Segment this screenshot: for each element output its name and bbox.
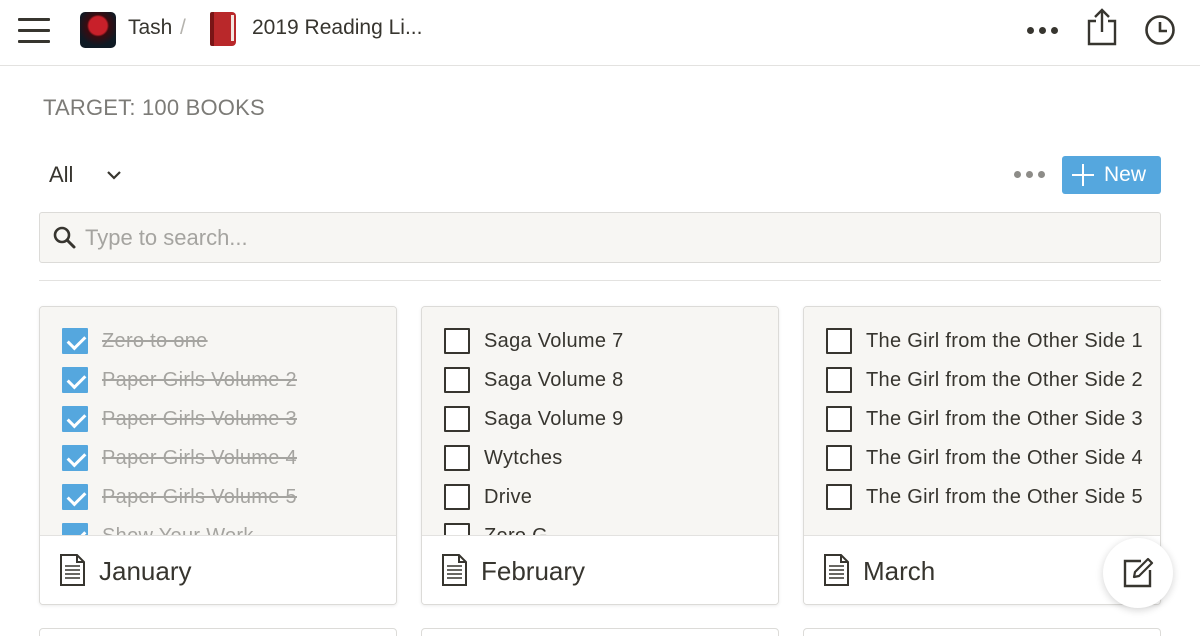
todo-label: Zero G xyxy=(484,525,548,536)
todo-checkbox[interactable] xyxy=(826,328,852,354)
todo-label: The Girl from the Other Side 5 xyxy=(866,485,1143,508)
menu-icon[interactable] xyxy=(16,14,52,48)
todo-label: Saga Volume 7 xyxy=(484,329,624,352)
todo-label: Paper Girls Volume 5 xyxy=(102,485,297,508)
chevron-down-icon xyxy=(107,171,122,180)
todo-checkbox[interactable] xyxy=(444,523,470,535)
new-button-label: New xyxy=(1104,163,1147,186)
todo-item: Drive xyxy=(444,482,532,512)
breadcrumb-separator: / xyxy=(180,16,186,39)
card-footer: February xyxy=(422,535,778,604)
todo-item: Paper Girls Volume 5 xyxy=(62,482,297,512)
divider xyxy=(39,280,1161,281)
page-icon xyxy=(60,554,85,586)
board-card-next-row[interactable] xyxy=(803,628,1161,636)
page-icon xyxy=(824,554,849,586)
todo-checkbox[interactable] xyxy=(826,445,852,471)
search-bar xyxy=(39,212,1161,263)
todo-label: Saga Volume 8 xyxy=(484,368,624,391)
todo-label: Saga Volume 9 xyxy=(484,407,624,430)
todo-item: Saga Volume 9 xyxy=(444,404,624,434)
todo-checkbox[interactable] xyxy=(826,484,852,510)
todo-item: Zero to one xyxy=(62,326,208,356)
todo-item: Paper Girls Volume 4 xyxy=(62,443,297,473)
share-icon[interactable] xyxy=(1086,8,1118,46)
board-card-february[interactable]: Saga Volume 7 Saga Volume 8 Saga Volume 9 W… xyxy=(421,306,779,605)
todo-label: The Girl from the Other Side 4 xyxy=(866,446,1143,469)
breadcrumb-page[interactable]: 2019 Reading Li... xyxy=(252,16,422,40)
card-title: January xyxy=(99,556,192,586)
card-footer: January xyxy=(40,535,396,604)
todo-checkbox[interactable] xyxy=(62,406,88,432)
board-card-next-row[interactable] xyxy=(39,628,397,636)
search-input[interactable] xyxy=(85,219,1145,257)
todo-label: Show Your Work xyxy=(102,525,254,536)
todo-item: Saga Volume 7 xyxy=(444,326,624,356)
todo-label: The Girl from the Other Side 2 xyxy=(866,368,1143,391)
todo-checkbox[interactable] xyxy=(444,406,470,432)
todo-item: The Girl from the Other Side 5 xyxy=(826,482,1143,512)
plus-icon xyxy=(1072,164,1094,186)
history-clock-icon[interactable] xyxy=(1144,14,1176,46)
todo-checkbox[interactable] xyxy=(62,445,88,471)
page-icon xyxy=(442,554,467,586)
compose-button[interactable] xyxy=(1103,538,1173,608)
todo-label: Wytches xyxy=(484,446,563,469)
todo-label: Zero to one xyxy=(102,329,208,352)
board-card-january[interactable]: Zero to one Paper Girls Volume 2 Paper Gir… xyxy=(39,306,397,605)
todo-item: Paper Girls Volume 3 xyxy=(62,404,297,434)
card-preview: Zero to one Paper Girls Volume 2 Paper Gir… xyxy=(40,307,396,535)
todo-label: The Girl from the Other Side 3 xyxy=(866,407,1143,430)
breadcrumb-workspace[interactable]: Tash xyxy=(128,16,172,40)
todo-checkbox[interactable] xyxy=(444,445,470,471)
todo-checkbox[interactable] xyxy=(826,406,852,432)
todo-checkbox[interactable] xyxy=(444,367,470,393)
todo-checkbox[interactable] xyxy=(62,328,88,354)
todo-item: The Girl from the Other Side 1 xyxy=(826,326,1143,356)
card-preview: Saga Volume 7 Saga Volume 8 Saga Volume 9 W… xyxy=(422,307,778,535)
todo-item: The Girl from the Other Side 2 xyxy=(826,365,1143,395)
more-icon[interactable] xyxy=(1027,27,1059,35)
todo-checkbox[interactable] xyxy=(444,328,470,354)
page-description: TARGET: 100 BOOKS xyxy=(43,95,265,120)
book-icon[interactable] xyxy=(210,12,236,46)
todo-label: Drive xyxy=(484,485,533,508)
board-card-next-row[interactable] xyxy=(421,628,779,636)
todo-checkbox[interactable] xyxy=(62,523,88,535)
search-icon xyxy=(53,226,76,249)
view-selector[interactable]: All xyxy=(49,160,123,190)
card-title: March xyxy=(863,556,936,586)
todo-checkbox[interactable] xyxy=(62,484,88,510)
edit-icon xyxy=(1123,557,1154,588)
todo-checkbox[interactable] xyxy=(62,367,88,393)
todo-item: Wytches xyxy=(444,443,563,473)
top-bar: Tash / 2019 Reading Li... xyxy=(0,0,1200,66)
new-button[interactable]: New xyxy=(1062,156,1161,194)
todo-label: The Girl from the Other Side 1 xyxy=(866,329,1143,352)
todo-item: Show Your Work xyxy=(62,521,254,535)
todo-label: Paper Girls Volume 4 xyxy=(102,446,297,469)
todo-item: Zero G xyxy=(444,521,548,535)
workspace-avatar-icon[interactable] xyxy=(80,12,116,48)
view-label: All xyxy=(49,162,74,187)
todo-label: Paper Girls Volume 3 xyxy=(102,407,297,430)
view-options-icon[interactable] xyxy=(1014,171,1046,179)
card-title: February xyxy=(481,556,586,586)
todo-label: Paper Girls Volume 2 xyxy=(102,368,297,391)
todo-item: Saga Volume 8 xyxy=(444,365,624,395)
todo-checkbox[interactable] xyxy=(826,367,852,393)
todo-item: The Girl from the Other Side 4 xyxy=(826,443,1143,473)
todo-item: Paper Girls Volume 2 xyxy=(62,365,297,395)
todo-checkbox[interactable] xyxy=(444,484,470,510)
todo-item: The Girl from the Other Side 3 xyxy=(826,404,1143,434)
card-preview: The Girl from the Other Side 1 The Girl f… xyxy=(804,307,1160,535)
